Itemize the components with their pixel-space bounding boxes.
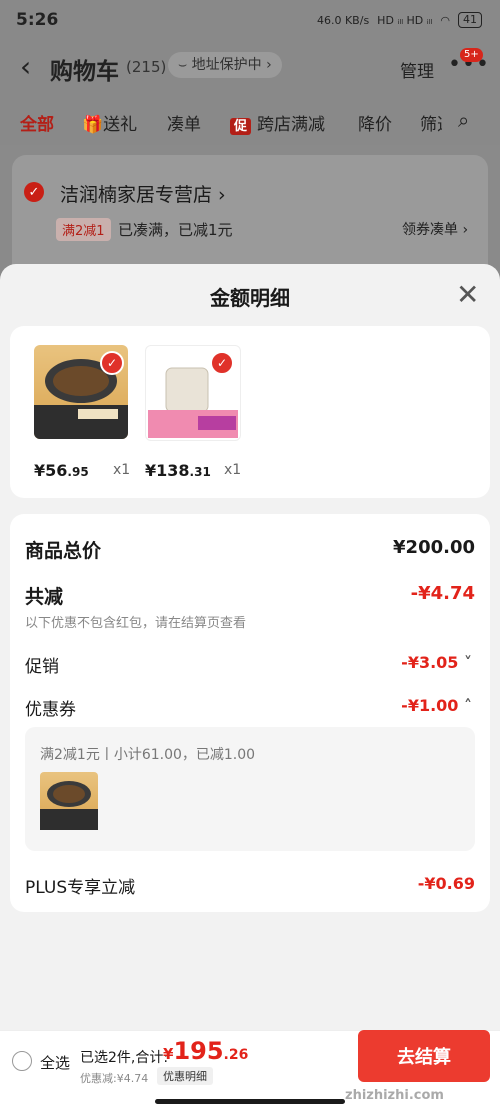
plus-label: PLUS专享立减 [25,878,136,898]
chevron-right-icon: › [261,57,272,73]
coupon-value: -¥1.00 [401,696,459,715]
address-protect-button[interactable]: ⌣ 地址保护中 › [168,52,282,78]
shield-icon: ⌣ [178,57,192,73]
sheet-title: 金额明细 [210,286,290,310]
coupon-label: 优惠券 [25,700,76,720]
home-indicator[interactable] [155,1099,345,1104]
product-check-icon[interactable]: ✓ [210,351,234,375]
product-price: ¥56.95 [34,461,89,480]
tab-cross-store[interactable]: 促跨店满减 [230,110,325,135]
tab-gift[interactable]: 🎁送礼 [82,110,137,135]
tab-gift-label: 送礼 [103,115,138,135]
coupon-tag: 满2减1 [56,218,111,241]
product-qty: x1 [224,462,242,478]
status-icons: 46.0 KB/s HD ᵢₗₗ HD ᵢₗₗ ◠ 41 [317,12,482,28]
discount-summary: 优惠减:¥4.74 [80,1072,149,1085]
manage-button[interactable]: 管理 [400,57,434,82]
signal-icon: HD ᵢₗₗ HD ᵢₗₗ [377,13,433,27]
cart-count: (215) [126,58,167,76]
back-icon[interactable]: ‹ [20,50,31,83]
coupon-product-image[interactable] [40,772,98,830]
product-price: ¥138.31 [145,461,211,480]
store-check-icon[interactable]: ✓ [24,182,44,202]
wifi-icon: ◠ [440,13,450,27]
reduce-value: -¥4.74 [410,583,475,604]
tab-filter[interactable]: 筛选 [420,110,442,135]
gift-icon: 🎁 [82,115,104,135]
store-name-label: 洁润楠家居专营店 [60,184,213,206]
tab-cross-store-label: 跨店满减 [257,115,326,135]
select-all-label[interactable]: 全选 [40,1052,70,1073]
coupon-detail-text: 满2减1元丨小计61.00，已减1.00 [40,747,256,763]
coupon-bundle-link[interactable]: 领券凑单 › [402,219,468,239]
net-speed: 46.0 KB/s [316,13,370,27]
coupon-info: 已凑满，已减1元 [118,221,233,239]
chevron-right-icon: › [212,184,226,206]
chevron-right-icon: › [458,222,469,238]
tab-all[interactable]: 全部 [20,110,54,135]
promo-value: -¥3.05 [401,653,459,672]
product-check-icon[interactable]: ✓ [100,351,124,375]
reduce-note: 以下优惠不包含红包，请在结算页查看 [25,616,247,631]
battery-icon: 41 [458,12,482,28]
clock: 5:26 [16,10,59,30]
discount-detail-button[interactable]: 优惠明细 [157,1067,213,1085]
store-name[interactable]: 洁润楠家居专营店 › [60,180,226,207]
promo-label: 促销 [25,657,59,677]
watermark: zhizhizhi.com [345,1088,444,1103]
search-icon[interactable]: ⌕ [458,108,469,132]
product-qty: x1 [113,462,131,478]
message-badge: 5+ [460,48,483,62]
chevron-down-icon: ˅ [458,653,472,672]
total-label: 商品总价 [25,540,102,562]
promo-row[interactable]: -¥3.05 ˅ [401,653,472,672]
selected-count: 已选2件,合计: [80,1050,169,1066]
select-all-radio[interactable] [12,1051,32,1071]
coupon-row[interactable]: -¥1.00 ˄ [401,696,472,715]
reduce-label: 共减 [25,586,64,608]
checkout-button[interactable]: 去结算 [358,1030,490,1082]
close-icon[interactable]: ✕ [456,281,479,309]
promo-icon: 促 [230,118,252,135]
address-protect-label: 地址保护中 [191,57,262,73]
tab-price-drop[interactable]: 降价 [358,110,392,135]
plus-value: -¥0.69 [417,874,475,893]
tab-bundle[interactable]: 凑单 [167,110,201,135]
page-title: 购物车 [50,59,119,85]
coupon-bundle-label: 领券凑单 [402,222,458,238]
total-amount: ¥195.26 [163,1037,249,1065]
total-value: ¥200.00 [393,537,475,558]
chevron-up-icon: ˄ [458,696,472,715]
